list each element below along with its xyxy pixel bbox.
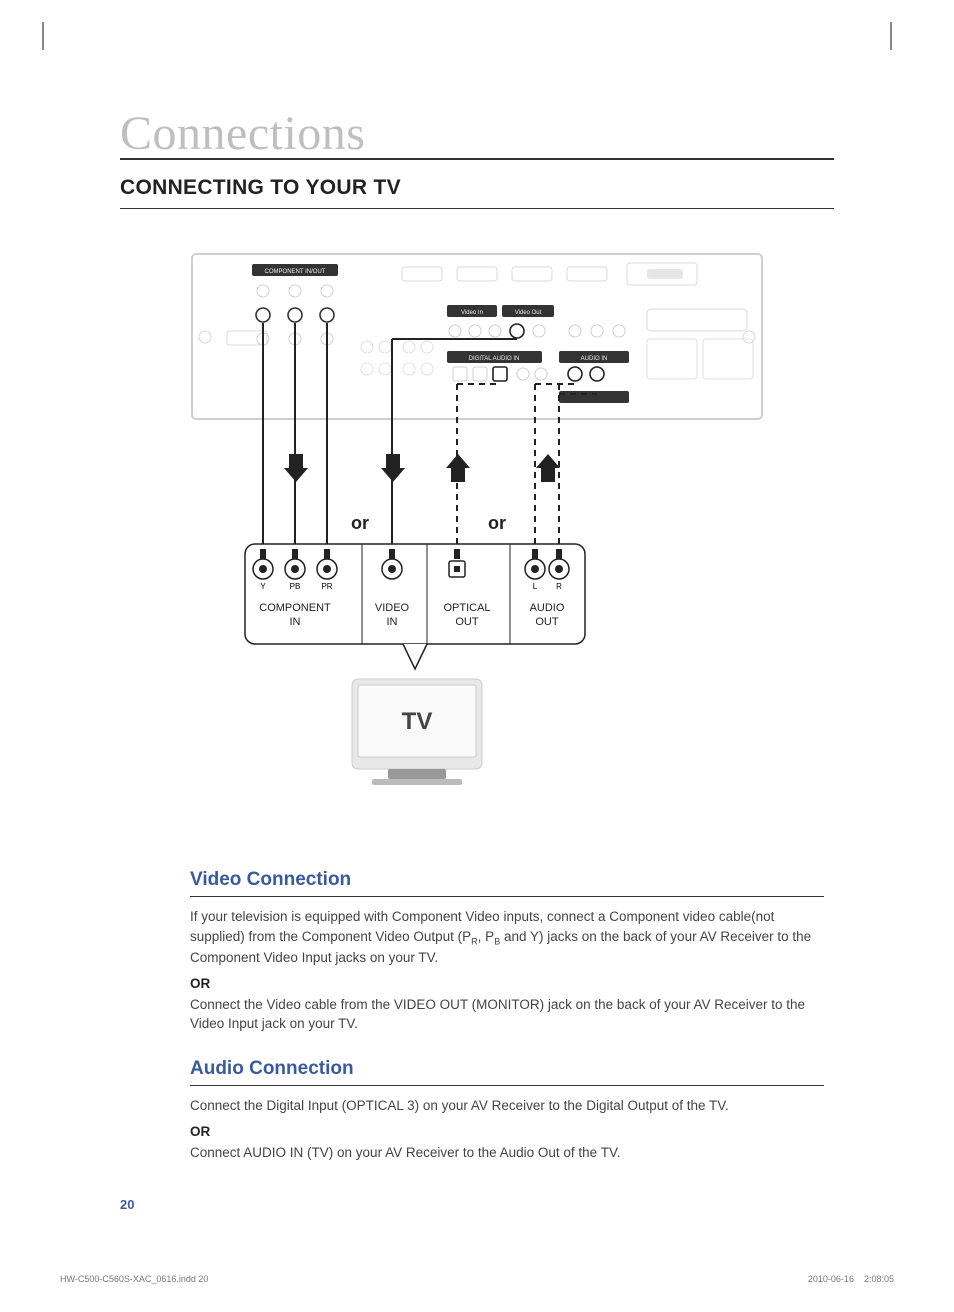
svg-text:PR: PR [321, 582, 332, 591]
audio-or: OR [190, 1124, 824, 1139]
svg-text:Y: Y [260, 582, 266, 591]
print-footer: HW-C500-C560S-XAC_0616.indd 20 2010-06-1… [60, 1274, 894, 1284]
video-p1: If your television is equipped with Comp… [190, 907, 824, 968]
chapter-title: Connections [120, 110, 834, 160]
audio-p1: Connect the Digital Input (OPTICAL 3) on… [190, 1096, 824, 1116]
panel-label: Video In [461, 310, 483, 316]
diagram-or: or [351, 513, 369, 533]
svg-text:OPTICAL: OPTICAL [443, 602, 490, 614]
video-p2: Connect the Video cable from the VIDEO O… [190, 995, 824, 1034]
panel-label: Video Out [515, 310, 542, 316]
video-heading: Video Connection [190, 869, 824, 897]
svg-text:VIDEO: VIDEO [375, 602, 410, 614]
svg-text:OUT: OUT [455, 616, 479, 628]
svg-text:R: R [556, 582, 562, 591]
svg-text:IN: IN [290, 616, 301, 628]
footer-file: HW-C500-C560S-XAC_0616.indd 20 [60, 1274, 208, 1284]
audio-heading: Audio Connection [190, 1058, 824, 1086]
connection-diagram: COMPONENT IN/OUT [120, 239, 834, 829]
svg-text:OUT: OUT [535, 616, 559, 628]
audio-p2: Connect AUDIO IN (TV) on your AV Receive… [190, 1143, 824, 1163]
svg-text:IN: IN [387, 616, 398, 628]
panel-label: COMPONENT IN/OUT [265, 269, 326, 275]
svg-text:PB: PB [290, 582, 301, 591]
footer-date: 2010-06-16 [808, 1274, 854, 1284]
tv-icon: TV [352, 679, 482, 785]
panel-label: DIGITAL AUDIO IN [469, 356, 520, 362]
panel-label: AUDIO IN [581, 356, 608, 362]
crop-mark [42, 22, 44, 50]
text-content: Video Connection If your television is e… [190, 869, 824, 1162]
svg-text:AUDIO: AUDIO [530, 602, 565, 614]
diagram-or: or [488, 513, 506, 533]
svg-text:L: L [533, 582, 538, 591]
svg-text:TV: TV [402, 708, 433, 735]
video-or: OR [190, 976, 824, 991]
crop-mark [890, 22, 892, 50]
footer-time: 2:08:05 [864, 1274, 894, 1284]
svg-text:COMPONENT: COMPONENT [259, 602, 331, 614]
page-number: 20 [120, 1197, 134, 1212]
section-title: CONNECTING TO YOUR TV [120, 176, 834, 209]
page-content: Connections CONNECTING TO YOUR TV COMPON… [120, 110, 834, 1212]
